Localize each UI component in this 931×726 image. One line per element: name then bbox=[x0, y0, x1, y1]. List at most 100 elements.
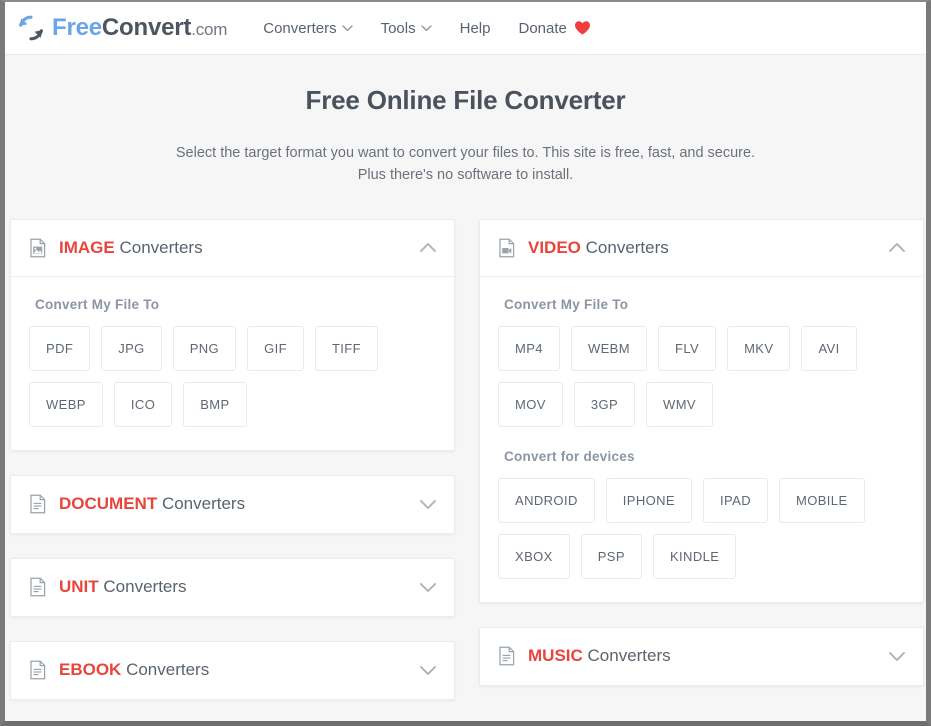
hero-section: Free Online File Converter Select the ta… bbox=[5, 55, 926, 205]
page-title: Free Online File Converter bbox=[305, 85, 626, 115]
right-column: VIDEO Converters Convert My File To MP4 WEB… bbox=[479, 218, 924, 710]
format-chip-avi[interactable]: AVI bbox=[801, 325, 857, 371]
format-chip-webm[interactable]: WEBM bbox=[570, 325, 647, 371]
main-navigation: Converters Tools Help Donate bbox=[263, 20, 591, 37]
nav-item-converters[interactable]: Converters bbox=[263, 19, 353, 37]
card-title-kind: MUSIC bbox=[528, 646, 583, 666]
heart-icon bbox=[574, 21, 590, 35]
refresh-circle-icon bbox=[19, 15, 43, 41]
format-chip-bmp[interactable]: BMP bbox=[183, 381, 247, 427]
format-chip-row: PDF JPG PNG GIF TIFF WEBP ICO BMP bbox=[29, 325, 436, 427]
chevron-up-icon[interactable] bbox=[420, 242, 436, 253]
nav-label-donate: Donate bbox=[518, 19, 567, 37]
card-header-unit[interactable]: UNIT Converters bbox=[11, 559, 454, 616]
format-group-label: Convert My File To bbox=[504, 296, 629, 312]
format-group: Convert My File To MP4 WEBM FLV MKV AVI MOV 3GP… bbox=[498, 297, 905, 427]
nav-item-tools[interactable]: Tools bbox=[381, 20, 432, 37]
chevron-down-icon bbox=[420, 25, 432, 32]
converter-columns: IMAGE Converters Convert My File To PDF JPG… bbox=[5, 205, 926, 721]
converter-card-music: MUSIC Converters bbox=[479, 626, 924, 686]
chevron-down-icon[interactable] bbox=[420, 665, 436, 676]
site-logo[interactable]: FreeConvert.com bbox=[17, 14, 227, 42]
chevron-down-icon[interactable] bbox=[889, 651, 905, 662]
format-chip-ico[interactable]: ICO bbox=[113, 381, 173, 427]
card-title-music: MUSIC Converters bbox=[528, 646, 889, 666]
format-chip-3gp[interactable]: 3GP bbox=[573, 381, 636, 427]
format-chip-row: MP4 WEBM FLV MKV AVI MOV 3GP WMV bbox=[498, 325, 905, 427]
file-image-icon bbox=[30, 238, 46, 258]
converter-card-unit: UNIT Converters bbox=[10, 557, 455, 617]
nav-label-converters: Converters bbox=[263, 19, 337, 37]
card-header-document[interactable]: DOCUMENT Converters bbox=[11, 476, 454, 533]
nav-label-help: Help bbox=[459, 19, 491, 37]
format-chip-mov[interactable]: MOV bbox=[498, 381, 563, 427]
card-title-ebook: EBOOK Converters bbox=[59, 660, 420, 680]
logo-text-convert: Convert bbox=[101, 14, 192, 41]
card-title-suffix: Converters bbox=[580, 237, 669, 257]
logo-text: FreeConvert.com bbox=[52, 16, 227, 40]
logo-text-free: Free bbox=[52, 14, 102, 41]
format-chip-gif[interactable]: GIF bbox=[247, 325, 304, 371]
card-title-suffix: Converters bbox=[582, 646, 671, 666]
page-subtitle: Select the target format you want to con… bbox=[175, 145, 756, 184]
card-header-image[interactable]: IMAGE Converters bbox=[11, 220, 454, 277]
format-chip-mp4[interactable]: MP4 bbox=[498, 325, 560, 371]
left-column: IMAGE Converters Convert My File To PDF JPG… bbox=[10, 218, 455, 721]
converter-card-ebook: EBOOK Converters bbox=[10, 640, 455, 700]
format-group-label: Convert My File To bbox=[35, 296, 160, 312]
card-header-video[interactable]: VIDEO Converters bbox=[480, 220, 923, 277]
format-chip-row: ANDROID IPHONE IPAD MOBILE XBOX PSP KINDLE bbox=[498, 477, 905, 579]
card-header-music[interactable]: MUSIC Converters bbox=[480, 628, 923, 685]
format-chip-psp[interactable]: PSP bbox=[580, 533, 642, 579]
browser-window: FreeConvert.com Converters Tools Help Do… bbox=[0, 0, 931, 726]
logo-text-dotcom: .com bbox=[191, 20, 228, 39]
format-group: Convert for devices ANDROID IPHONE IPAD MOBI… bbox=[498, 449, 905, 579]
card-header-ebook[interactable]: EBOOK Converters bbox=[11, 642, 454, 699]
file-lines-icon bbox=[499, 647, 515, 666]
format-chip-flv[interactable]: FLV bbox=[657, 325, 717, 371]
format-chip-png[interactable]: PNG bbox=[172, 325, 237, 371]
card-title-kind: IMAGE bbox=[59, 237, 115, 257]
format-chip-mkv[interactable]: MKV bbox=[727, 325, 791, 371]
card-title-video: VIDEO Converters bbox=[528, 238, 889, 258]
converter-card-image: IMAGE Converters Convert My File To PDF JPG… bbox=[10, 218, 455, 451]
format-chip-jpg[interactable]: JPG bbox=[101, 325, 162, 371]
card-title-suffix: Converters bbox=[121, 660, 210, 680]
file-lines-icon bbox=[30, 495, 46, 514]
chevron-up-icon[interactable] bbox=[889, 242, 905, 253]
file-lines-icon bbox=[30, 578, 46, 597]
format-chip-tiff[interactable]: TIFF bbox=[314, 325, 378, 371]
nav-item-help[interactable]: Help bbox=[460, 20, 491, 37]
card-title-unit: UNIT Converters bbox=[59, 577, 420, 597]
card-title-suffix: Converters bbox=[98, 577, 187, 597]
chevron-down-icon[interactable] bbox=[420, 582, 436, 593]
format-group-label: Convert for devices bbox=[504, 448, 635, 464]
format-chip-android[interactable]: ANDROID bbox=[498, 477, 595, 523]
card-title-document: DOCUMENT Converters bbox=[59, 494, 420, 514]
converter-card-video: VIDEO Converters Convert My File To MP4 WEB… bbox=[479, 218, 924, 603]
format-chip-mobile[interactable]: MOBILE bbox=[778, 477, 865, 523]
format-group: Convert My File To PDF JPG PNG GIF TIFF WEBP IC… bbox=[29, 297, 436, 427]
site-header: FreeConvert.com Converters Tools Help Do… bbox=[5, 2, 926, 55]
format-chip-ipad[interactable]: IPAD bbox=[703, 477, 768, 523]
file-lines-icon bbox=[30, 661, 46, 680]
card-title-kind: VIDEO bbox=[528, 237, 581, 257]
converter-card-document: DOCUMENT Converters bbox=[10, 474, 455, 534]
card-body-image: Convert My File To PDF JPG PNG GIF TIFF WEBP IC… bbox=[11, 277, 454, 450]
card-title-kind: EBOOK bbox=[59, 660, 122, 680]
card-title-image: IMAGE Converters bbox=[59, 238, 420, 258]
format-chip-kindle[interactable]: KINDLE bbox=[652, 533, 737, 579]
card-title-suffix: Converters bbox=[157, 494, 246, 514]
nav-item-donate[interactable]: Donate bbox=[518, 20, 590, 37]
card-body-video: Convert My File To MP4 WEBM FLV MKV AVI MOV 3GP… bbox=[480, 277, 923, 602]
format-chip-wmv[interactable]: WMV bbox=[646, 381, 714, 427]
card-title-kind: DOCUMENT bbox=[59, 494, 158, 514]
chevron-down-icon bbox=[341, 25, 353, 32]
card-title-kind: UNIT bbox=[59, 577, 99, 597]
format-chip-iphone[interactable]: IPHONE bbox=[605, 477, 692, 523]
page-scroll-area[interactable]: FreeConvert.com Converters Tools Help Do… bbox=[5, 2, 926, 721]
format-chip-pdf[interactable]: PDF bbox=[29, 325, 91, 371]
format-chip-xbox[interactable]: XBOX bbox=[498, 533, 570, 579]
format-chip-webp[interactable]: WEBP bbox=[29, 381, 103, 427]
chevron-down-icon[interactable] bbox=[420, 499, 436, 510]
